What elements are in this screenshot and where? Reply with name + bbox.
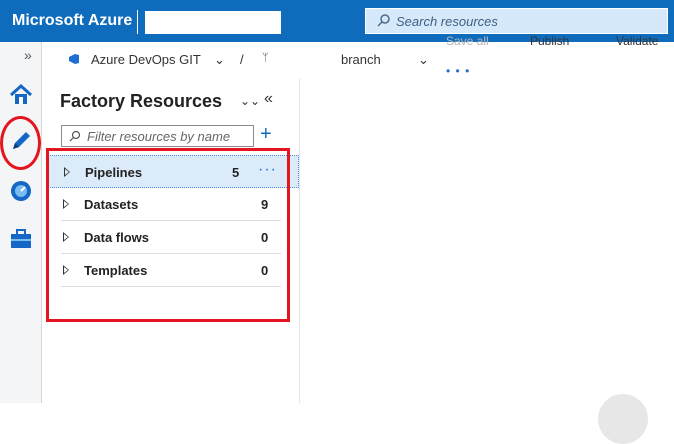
home-icon[interactable] <box>8 82 34 108</box>
filter-placeholder: Filter resources by name <box>87 129 231 144</box>
devops-icon <box>69 54 79 64</box>
branch-icon: ᛘ <box>262 52 269 64</box>
brand-divider <box>137 10 138 34</box>
search-input[interactable]: Search resources <box>365 8 668 34</box>
branch-selector[interactable]: branch <box>341 52 381 67</box>
monitor-icon[interactable] <box>8 178 34 204</box>
expand-rail-button[interactable]: » <box>24 47 32 63</box>
chevron-down-icon[interactable]: ⌄ <box>214 52 225 68</box>
repo-selector[interactable]: Azure DevOps GIT <box>91 52 201 67</box>
validate-button[interactable]: Validate <box>616 34 658 48</box>
search-icon <box>69 130 81 142</box>
branch-name-mask <box>282 50 337 68</box>
filter-input[interactable]: Filter resources by name <box>61 125 254 147</box>
manage-toolbox-icon[interactable] <box>8 226 34 252</box>
more-actions-icon[interactable]: • • • <box>446 64 470 78</box>
search-icon <box>377 14 390 27</box>
search-placeholder: Search resources <box>396 14 498 29</box>
loading-indicator <box>598 394 648 444</box>
highlight-circle <box>0 116 41 170</box>
breadcrumb-separator: / <box>240 52 244 67</box>
brand-title[interactable]: Microsoft Azure <box>12 12 132 30</box>
save-all-button[interactable]: Save all <box>446 34 489 48</box>
directory-box[interactable] <box>145 11 281 34</box>
add-resource-button[interactable]: + <box>260 123 272 146</box>
highlight-rectangle <box>46 148 290 322</box>
collapse-all-icon[interactable]: ⌄⌄ <box>240 94 260 108</box>
panel-title: Factory Resources <box>60 91 223 111</box>
branch-chevron-down-icon[interactable]: ⌄ <box>418 52 429 68</box>
collapse-panel-icon[interactable]: « <box>264 90 273 108</box>
publish-button[interactable]: Publish <box>530 34 569 48</box>
